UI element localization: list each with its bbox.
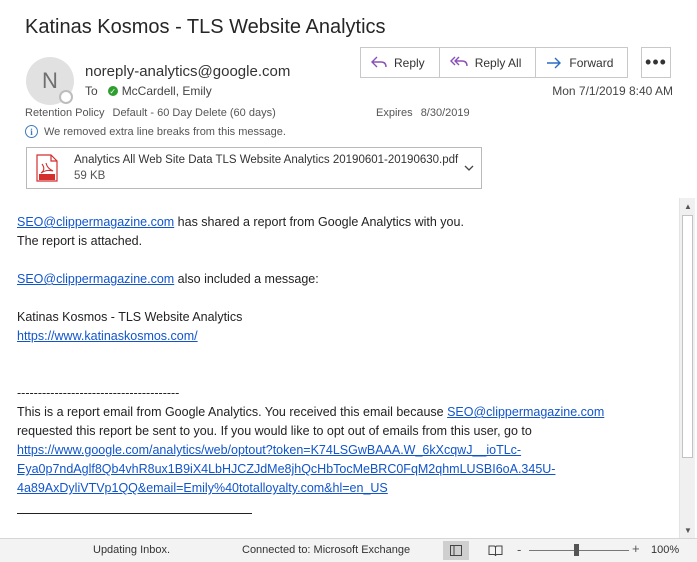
retention-label: Retention Policy — [25, 107, 105, 119]
body-para-1: This is a report email from Google Analy… — [17, 405, 605, 419]
forward-button[interactable]: Forward — [536, 48, 627, 77]
reply-button[interactable]: Reply — [361, 48, 440, 77]
status-updating: Updating Inbox. — [93, 544, 171, 556]
more-actions-button[interactable]: ••• — [641, 47, 671, 78]
pdf-icon — [36, 154, 58, 182]
info-icon: i — [25, 125, 38, 138]
reply-toolbar: Reply Reply All Forward — [360, 47, 629, 78]
body-para-2: requested this report be sent to you. If… — [17, 424, 532, 438]
to-row: To ✓ McCardell, Emily — [85, 84, 212, 98]
reply-label: Reply — [394, 55, 425, 70]
online-check-icon: ✓ — [107, 86, 118, 96]
body-line-5: https://www.katinaskosmos.com/ — [17, 327, 677, 346]
forward-icon — [547, 57, 562, 68]
body-line-1: SEO@clippermagazine.com has shared a rep… — [17, 215, 464, 229]
reply-all-label: Reply All — [474, 55, 522, 70]
expires-info: Expires 8/30/2019 — [376, 107, 470, 119]
reply-all-button[interactable]: Reply All — [440, 48, 537, 77]
scroll-down-icon[interactable]: ▼ — [680, 522, 696, 538]
status-connection: Connected to: Microsoft Exchange — [242, 544, 411, 556]
attachment-filename: Analytics All Web Site Data TLS Website … — [74, 154, 459, 166]
zoom-out-button[interactable]: - — [517, 542, 521, 557]
normal-view-icon[interactable] — [443, 541, 469, 560]
body-line-2: The report is attached. — [17, 234, 143, 248]
scroll-thumb[interactable] — [682, 215, 693, 458]
sender-address[interactable]: noreply-analytics@google.com — [85, 63, 290, 80]
optout-link-line-1[interactable]: https://www.google.com/analytics/web/opt… — [17, 443, 521, 457]
report-sender-link[interactable]: SEO@clippermagazine.com — [447, 405, 604, 419]
retention-policy: Retention Policy Default - 60 Day Delete … — [25, 107, 276, 119]
zoom-in-button[interactable]: + — [632, 541, 640, 556]
reply-icon — [371, 56, 387, 68]
attachment-info: Analytics All Web Site Data TLS Website … — [74, 152, 458, 184]
optout-link-line-2[interactable]: Eya0p7ndAglf8Qb4vhR8ux1B9iX4LbHJCZJdMe8j… — [17, 462, 555, 476]
avatar-initial: N — [42, 68, 58, 93]
optout-link[interactable]: https://www.google.com/analytics/web/opt… — [17, 441, 677, 498]
expires-label: Expires — [376, 107, 413, 119]
reading-view-icon[interactable] — [486, 542, 504, 559]
included-by-link[interactable]: SEO@clippermagazine.com — [17, 272, 174, 286]
info-bar[interactable]: i We removed extra line breaks from this… — [25, 125, 286, 138]
optout-link-line-3[interactable]: 4a89AxDyliVTVp1QQ&email=Emily%40totalloy… — [17, 481, 388, 495]
more-icon: ••• — [645, 52, 667, 72]
message-body: SEO@clippermagazine.com has shared a rep… — [17, 213, 677, 514]
received-date: Mon 7/1/2019 8:40 AM — [552, 84, 673, 98]
separator-line: --------------------------------------- — [17, 386, 180, 400]
attachment-card[interactable]: Analytics All Web Site Data TLS Website … — [26, 147, 482, 189]
footer-divider — [17, 513, 252, 514]
retention-value: Default - 60 Day Delete (60 days) — [112, 107, 276, 119]
zoom-slider-thumb[interactable] — [573, 544, 579, 556]
info-message: We removed extra line breaks from this m… — [44, 125, 286, 138]
reply-all-icon — [449, 56, 468, 67]
to-label: To — [85, 84, 98, 98]
presence-status-icon — [59, 90, 73, 104]
zoom-level[interactable]: 100% — [651, 544, 679, 556]
zoom-slider[interactable] — [529, 550, 629, 551]
email-subject: Katinas Kosmos - TLS Website Analytics — [25, 16, 386, 38]
shared-by-link[interactable]: SEO@clippermagazine.com — [17, 215, 174, 229]
scroll-up-icon[interactable]: ▲ — [680, 198, 696, 214]
expires-value: 8/30/2019 — [420, 107, 470, 119]
recipient-name[interactable]: McCardell, Emily — [122, 84, 212, 98]
body-line-3: SEO@clippermagazine.com also included a … — [17, 272, 319, 286]
website-link[interactable]: https://www.katinaskosmos.com/ — [17, 329, 198, 343]
attachment-size: 59 KB — [74, 170, 106, 182]
status-bar: Updating Inbox. Connected to: Microsoft … — [0, 538, 697, 562]
body-line-4: Katinas Kosmos - TLS Website Analytics — [17, 310, 243, 324]
chevron-down-icon[interactable] — [464, 162, 474, 174]
vertical-scrollbar[interactable]: ▲ ▼ — [679, 198, 695, 538]
forward-label: Forward — [569, 55, 614, 70]
